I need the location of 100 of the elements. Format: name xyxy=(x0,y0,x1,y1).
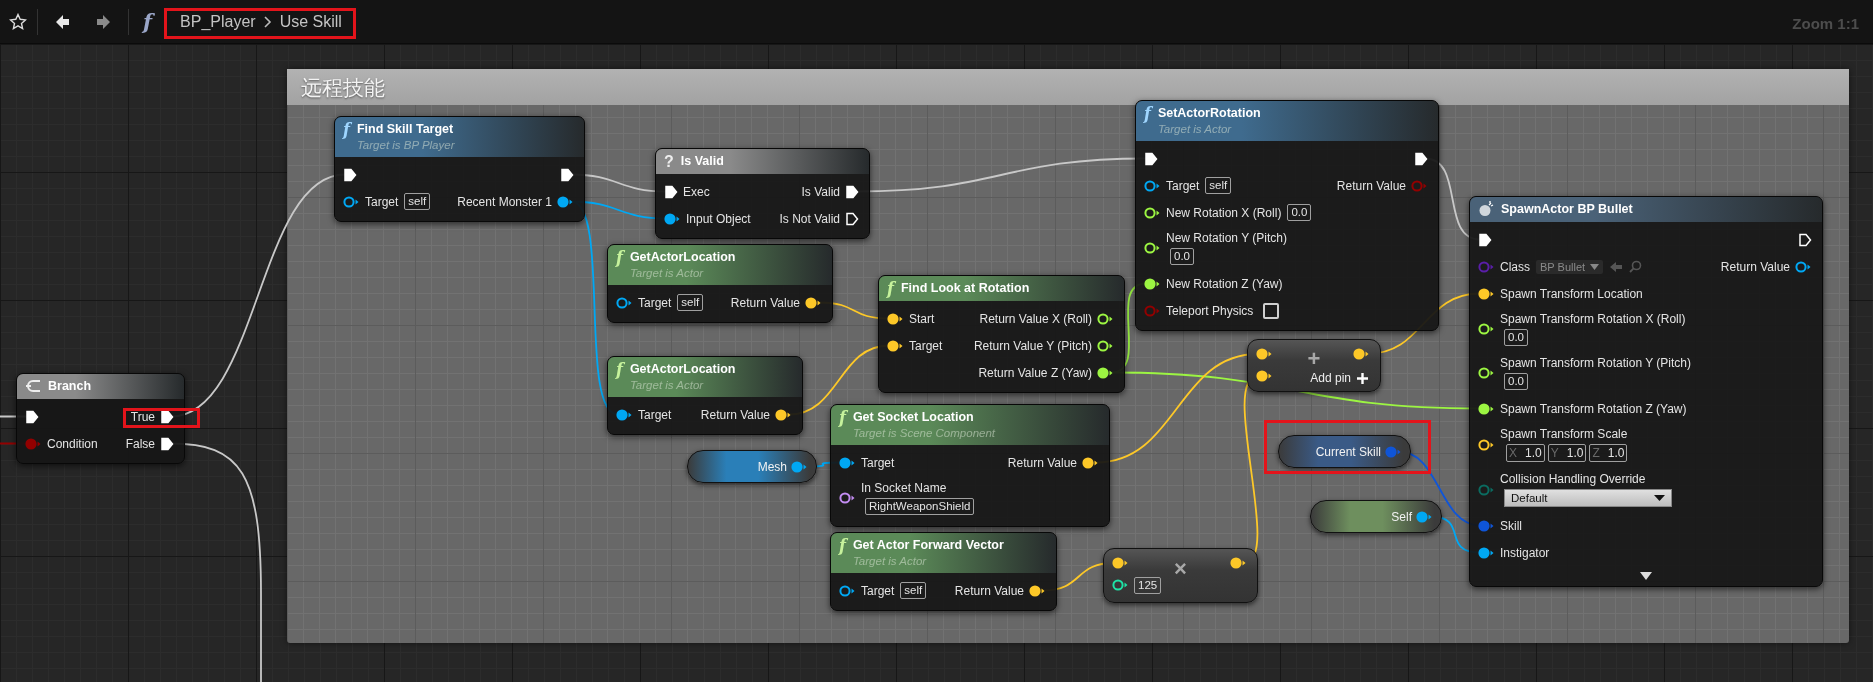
pin-label: Return Value X (Roll) xyxy=(979,311,1092,326)
pin-label: Target xyxy=(909,338,943,353)
value-field[interactable]: self xyxy=(404,193,431,210)
data-pin[interactable] xyxy=(1144,205,1161,220)
pin-label: False xyxy=(125,436,155,451)
data-pin[interactable] xyxy=(1478,437,1495,452)
data-pin[interactable] xyxy=(1478,322,1495,336)
data-pin[interactable] xyxy=(839,583,856,598)
data-pin[interactable] xyxy=(1478,366,1495,380)
breadcrumb-link[interactable]: BP_Player xyxy=(180,12,256,31)
value-field[interactable]: 0.0 xyxy=(1170,248,1194,265)
value-field[interactable]: Y 1.0 xyxy=(1547,444,1587,462)
data-pin[interactable] xyxy=(1112,578,1129,592)
data-pin[interactable] xyxy=(887,311,904,326)
dropdown-field[interactable]: Default xyxy=(1504,489,1672,507)
pin-label: Return Value xyxy=(1007,455,1077,470)
data-pin[interactable] xyxy=(775,407,792,422)
data-pin[interactable] xyxy=(1478,401,1495,416)
exec-pin[interactable] xyxy=(1144,151,1158,166)
expand-icon[interactable] xyxy=(1640,572,1652,580)
data-pin[interactable] xyxy=(1144,241,1161,255)
node-subtitle: Target is Actor xyxy=(629,378,705,393)
data-pin[interactable] xyxy=(1097,365,1114,380)
data-pin[interactable] xyxy=(1256,369,1273,383)
data-pin[interactable] xyxy=(1097,311,1114,326)
pin-label: Spawn Transform Rotation Y (Pitch) xyxy=(1500,356,1691,370)
star-icon[interactable] xyxy=(9,12,27,31)
node-title: Find Skill Target xyxy=(356,121,455,138)
chevron-icon xyxy=(262,14,273,29)
data-pin[interactable] xyxy=(1082,455,1099,470)
exec-pin[interactable] xyxy=(845,184,859,199)
data-pin[interactable] xyxy=(1230,556,1247,570)
value-field[interactable]: 0.0 xyxy=(1287,204,1312,221)
node-title: Find Look at Rotation xyxy=(900,280,1030,297)
pin-label: Return Value Z (Yaw) xyxy=(978,365,1092,380)
value-field[interactable]: self xyxy=(900,582,927,599)
data-pin[interactable] xyxy=(839,455,856,470)
class-dropdown[interactable]: BP Bullet xyxy=(1536,259,1604,274)
exec-pin[interactable] xyxy=(664,184,678,199)
exec-pin[interactable] xyxy=(343,167,357,182)
function-icon: f xyxy=(839,537,846,554)
variable-node[interactable]: Self xyxy=(1310,500,1442,533)
data-pin[interactable] xyxy=(1144,178,1161,193)
data-pin[interactable] xyxy=(839,491,856,505)
pin-label: In Socket Name xyxy=(861,481,947,495)
caret-icon[interactable] xyxy=(1654,495,1665,501)
function-icon: f xyxy=(616,249,623,266)
node-title: Get Socket Location xyxy=(852,409,975,426)
pin-label: Target xyxy=(638,407,672,422)
data-pin[interactable] xyxy=(1097,338,1114,353)
exec-pin[interactable] xyxy=(160,409,174,424)
data-pin[interactable] xyxy=(887,338,904,353)
value-field[interactable]: 125 xyxy=(1134,576,1162,594)
exec-pin[interactable] xyxy=(560,167,574,182)
variable-node[interactable]: Current Skill xyxy=(1278,435,1411,468)
data-pin[interactable] xyxy=(1478,286,1495,301)
pin-label: Recent Monster 1 xyxy=(457,194,552,209)
exec-pin[interactable] xyxy=(845,211,859,226)
exec-pin[interactable] xyxy=(1798,232,1812,247)
value-field[interactable]: RightWeaponShield xyxy=(865,498,975,515)
pin-label: Return Value Y (Pitch) xyxy=(973,338,1092,353)
value-field[interactable]: X 1.0 xyxy=(1506,444,1545,462)
value-field[interactable]: Z 1.0 xyxy=(1589,444,1628,462)
data-pin[interactable] xyxy=(1795,259,1812,274)
exec-pin[interactable] xyxy=(1478,232,1492,247)
comment-title: 远程技能 xyxy=(287,69,1849,105)
data-pin[interactable] xyxy=(343,194,360,209)
pin-label: New Rotation X (Roll) xyxy=(1166,205,1282,220)
data-pin[interactable] xyxy=(616,295,633,310)
plus-icon[interactable] xyxy=(1357,372,1368,384)
pin-label: Target xyxy=(365,194,399,209)
data-pin[interactable] xyxy=(1478,545,1495,560)
node-subtitle: Target is BP Player xyxy=(356,138,455,153)
variable-node[interactable]: Mesh xyxy=(687,450,817,483)
pin-label: Target xyxy=(861,455,895,470)
node-title: GetActorLocation xyxy=(629,361,736,378)
checkbox[interactable] xyxy=(1263,302,1280,319)
exec-pin[interactable] xyxy=(160,436,174,451)
exec-pin[interactable] xyxy=(1414,151,1428,166)
exec-pin[interactable] xyxy=(25,409,39,424)
pin-label: Spawn Transform Rotation X (Roll) xyxy=(1500,312,1686,326)
data-pin[interactable] xyxy=(557,194,574,209)
pin-label: Return Value xyxy=(954,583,1024,598)
value-field[interactable]: 0.0 xyxy=(1504,373,1528,390)
data-pin[interactable] xyxy=(616,407,633,422)
data-pin[interactable] xyxy=(1256,347,1273,361)
pin-label: Is Valid xyxy=(801,184,840,199)
value-field[interactable]: self xyxy=(1205,177,1232,194)
data-pin[interactable] xyxy=(805,295,822,310)
value-field[interactable]: 0.0 xyxy=(1504,329,1528,346)
value-field[interactable]: self xyxy=(677,294,704,311)
pin-label: Skill xyxy=(1500,518,1522,533)
data-pin[interactable] xyxy=(1029,583,1046,598)
data-pin[interactable] xyxy=(1353,347,1370,361)
add-pin-button[interactable]: Add pin xyxy=(1310,371,1368,385)
data-pin[interactable] xyxy=(1144,276,1161,291)
breadcrumb-link[interactable]: Use Skill xyxy=(279,12,342,31)
pin-label: Start xyxy=(909,311,935,326)
data-pin[interactable] xyxy=(1112,556,1129,570)
data-pin[interactable] xyxy=(664,211,681,226)
